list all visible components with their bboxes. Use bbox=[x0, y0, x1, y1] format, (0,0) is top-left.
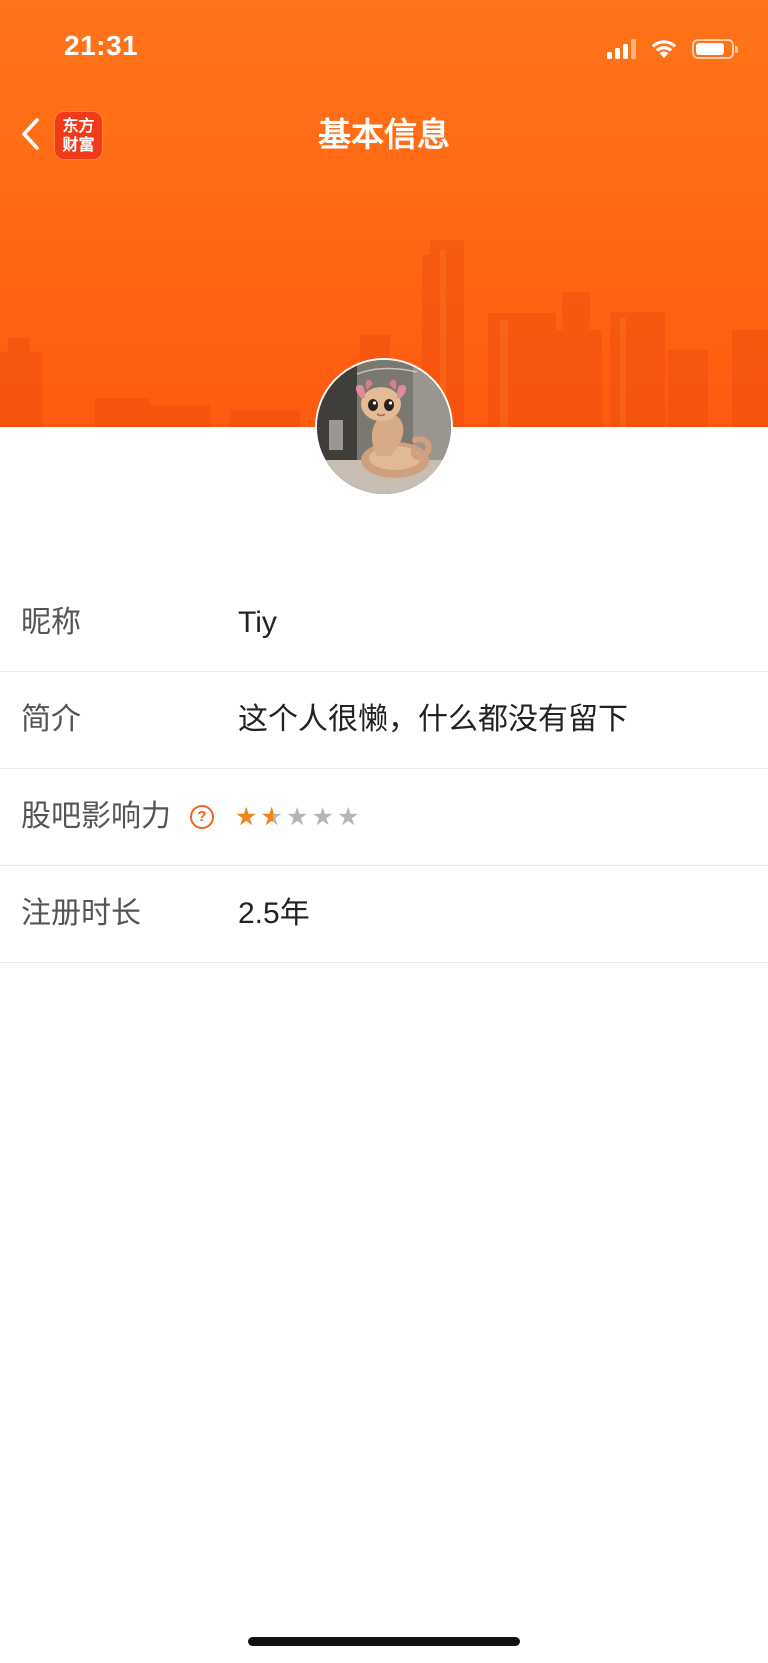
rating-star-fill: ★ bbox=[260, 803, 274, 831]
page-title: 基本信息 bbox=[318, 116, 450, 153]
wifi-icon bbox=[651, 40, 677, 58]
chevron-left-icon bbox=[22, 118, 39, 150]
rating-star: ★ bbox=[337, 803, 360, 831]
signal-icon bbox=[607, 39, 636, 59]
influence-rating: ★ ★ ★ ★ ★ ★ ★ bbox=[235, 803, 363, 831]
row-value-bio: 这个人很懒，什么都没有留下 bbox=[238, 703, 628, 736]
row-label-nickname: 昵称 bbox=[21, 606, 81, 639]
question-circle-icon[interactable]: ? bbox=[190, 805, 214, 829]
rating-star: ★ bbox=[286, 803, 309, 831]
row-nickname: 昵称 Tiy bbox=[0, 575, 768, 672]
avatar[interactable] bbox=[315, 358, 453, 496]
logo-text-line2: 财富 bbox=[62, 136, 95, 154]
home-indicator[interactable] bbox=[248, 1637, 520, 1646]
row-label-registration: 注册时长 bbox=[21, 897, 141, 930]
rating-star: ★ bbox=[311, 803, 334, 831]
logo-text-line1: 东方 bbox=[62, 117, 95, 135]
avatar-image bbox=[317, 360, 451, 494]
profile-info-list: 昵称 Tiy 简介 这个人很懒，什么都没有留下 股吧影响力 ? ★ ★ ★ ★ ★ ★ ★ … bbox=[0, 575, 768, 963]
row-value-registration: 2.5年 bbox=[238, 897, 310, 930]
row-influence: 股吧影响力 ? ★ ★ ★ ★ ★ ★ ★ bbox=[0, 769, 768, 866]
back-button[interactable] bbox=[14, 112, 48, 156]
rating-star: ★ ★ bbox=[235, 803, 261, 831]
status-time: 21:31 bbox=[64, 30, 139, 61]
app-logo[interactable]: 东方 财富 bbox=[55, 112, 102, 159]
row-label-influence: 股吧影响力 bbox=[21, 800, 171, 833]
rating-star-fill: ★ bbox=[235, 803, 258, 831]
status-icons bbox=[607, 36, 738, 62]
row-label-bio: 简介 bbox=[21, 703, 81, 736]
row-bio: 简介 这个人很懒，什么都没有留下 bbox=[0, 672, 768, 769]
rating-star: ★ ★ bbox=[260, 803, 283, 831]
row-registration-duration: 注册时长 2.5年 bbox=[0, 866, 768, 963]
battery-icon bbox=[692, 39, 738, 59]
battery-level bbox=[696, 43, 725, 55]
row-value-nickname: Tiy bbox=[238, 606, 277, 639]
